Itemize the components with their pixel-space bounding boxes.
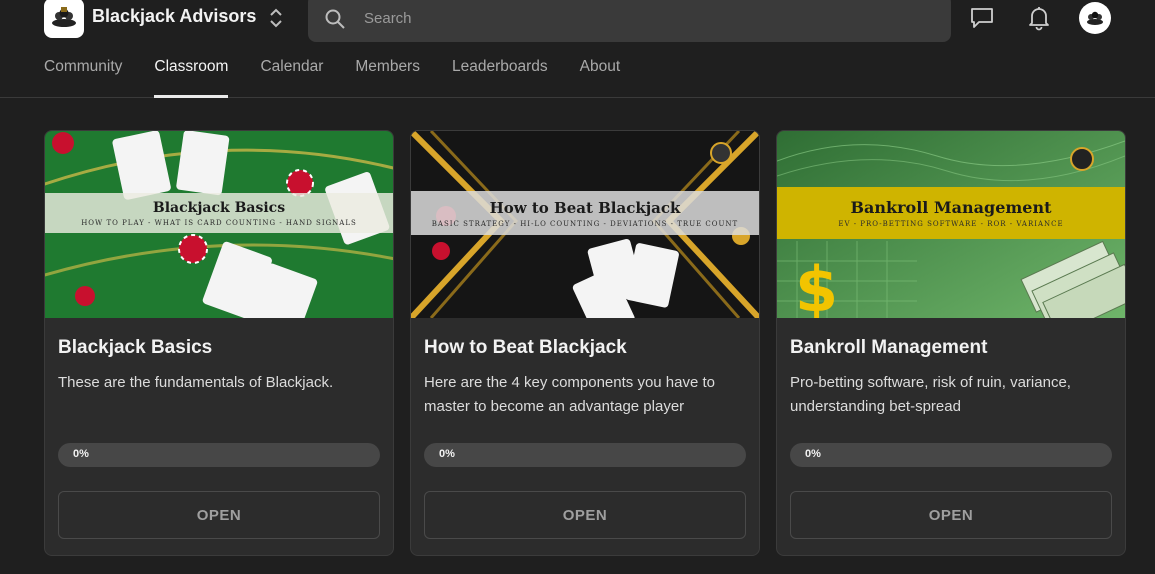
tab-classroom[interactable]: Classroom [154, 58, 229, 98]
thumbnail-banner: Bankroll Management EV - PRO-BETTING SOF… [777, 187, 1125, 239]
search-input[interactable] [364, 4, 924, 32]
course-description: Pro-betting software, risk of ruin, vari… [790, 374, 1071, 415]
chevron-up-down-icon[interactable] [266, 6, 286, 30]
course-description: Here are the 4 key components you have t… [424, 374, 716, 415]
course-thumbnail: Blackjack Basics HOW TO PLAY - WHAT IS C… [45, 131, 393, 318]
top-navigation: Blackjack Advisors Co [0, 0, 1155, 98]
course-thumbnail: How to Beat Blackjack BASIC STRATEGY - H… [411, 131, 759, 318]
open-course-button[interactable]: OPEN [790, 491, 1112, 539]
progress-bar: 0% [790, 443, 1112, 467]
open-course-button[interactable]: OPEN [58, 491, 380, 539]
avatar-logo-icon [1087, 11, 1103, 25]
tab-members[interactable]: Members [355, 58, 420, 98]
progress-bar: 0% [424, 443, 746, 467]
progress-bar: 0% [58, 443, 380, 467]
course-title: Blackjack Basics [58, 337, 213, 358]
tab-community[interactable]: Community [44, 58, 122, 98]
course-card[interactable]: Blackjack Basics HOW TO PLAY - WHAT IS C… [44, 130, 394, 556]
brand-logo[interactable] [44, 0, 84, 38]
search-bar [308, 0, 951, 42]
chat-icon[interactable] [968, 4, 996, 32]
tab-about[interactable]: About [580, 58, 621, 98]
open-course-button[interactable]: OPEN [424, 491, 746, 539]
progress-label: 0% [805, 448, 821, 460]
tab-calendar[interactable]: Calendar [260, 58, 323, 98]
banner-title: Bankroll Management [850, 198, 1052, 217]
course-description: These are the fundamentals of Blackjack. [58, 374, 334, 391]
thumbnail-banner: How to Beat Blackjack BASIC STRATEGY - H… [411, 191, 759, 235]
course-title: How to Beat Blackjack [424, 337, 627, 358]
tab-leaderboards[interactable]: Leaderboards [452, 58, 548, 98]
svg-text:$: $ [795, 253, 838, 318]
banner-title: Blackjack Basics [152, 199, 286, 216]
course-card[interactable]: $ Bankroll Management EV - PRO-BETTING S… [776, 130, 1126, 556]
banner-subtitle: HOW TO PLAY - WHAT IS CARD COUNTING - HA… [81, 218, 357, 227]
section-tabs: Community Classroom Calendar Members Lea… [44, 58, 620, 98]
progress-label: 0% [439, 448, 455, 460]
banner-subtitle: BASIC STRATEGY - HI-LO COUNTING - DEVIAT… [431, 219, 739, 228]
progress-label: 0% [73, 448, 89, 460]
course-title: Bankroll Management [790, 337, 988, 358]
course-thumbnail: $ Bankroll Management EV - PRO-BETTING S… [777, 131, 1125, 318]
course-card[interactable]: How to Beat Blackjack BASIC STRATEGY - H… [410, 130, 760, 556]
thumbnail-banner: Blackjack Basics HOW TO PLAY - WHAT IS C… [45, 193, 393, 233]
search-icon [325, 9, 345, 29]
user-avatar[interactable] [1079, 2, 1111, 34]
bell-icon[interactable] [1025, 4, 1053, 32]
blackjack-advisors-logo-icon [52, 7, 76, 27]
community-name[interactable]: Blackjack Advisors [92, 6, 256, 27]
banner-title: How to Beat Blackjack [489, 198, 681, 217]
banner-subtitle: EV - PRO-BETTING SOFTWARE - ROR - VARIAN… [838, 220, 1064, 228]
